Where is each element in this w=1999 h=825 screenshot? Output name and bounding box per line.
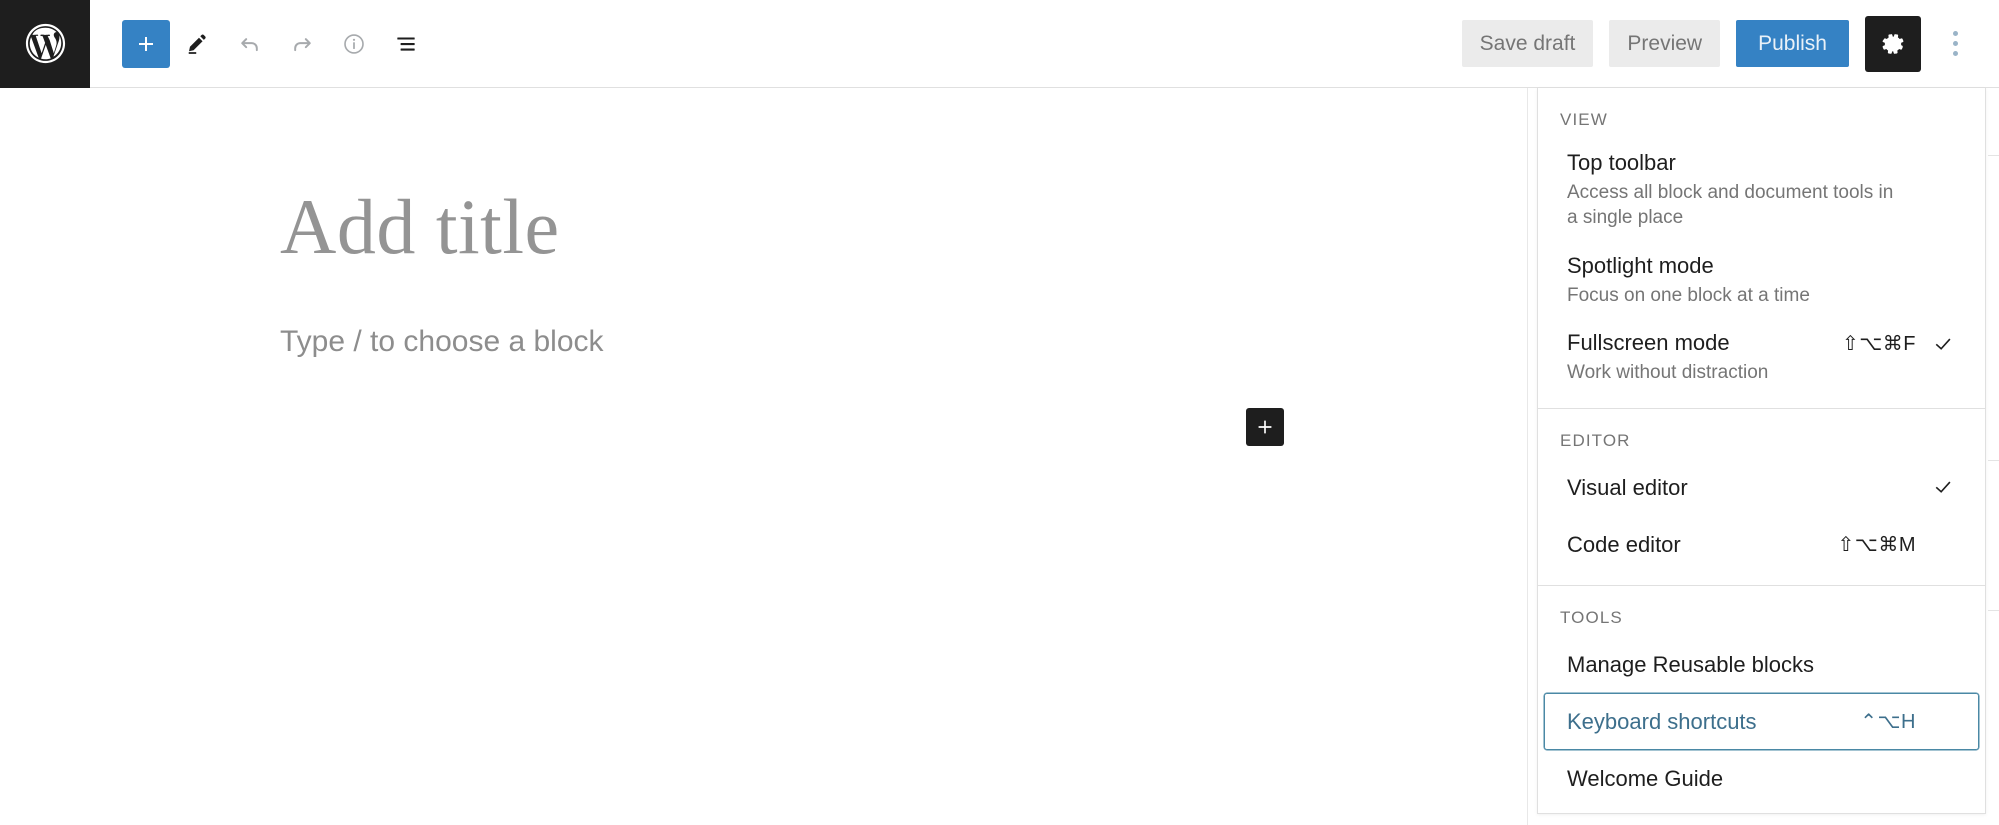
menu-item-shortcut: ⇧⌥⌘F [1841,333,1916,356]
more-options-button[interactable] [1935,16,1975,72]
menu-item-title: Visual editor [1567,474,1688,500]
menu-item-top-toolbar[interactable]: Top toolbar Access all block and document… [1544,138,1979,241]
menu-item-text: Welcome Guide [1567,764,1930,793]
menu-item-title: Top toolbar [1567,150,1676,175]
wordpress-logo-icon[interactable] [0,0,90,88]
menu-item-shortcut: ⌃⌥H [1860,711,1916,734]
menu-item-title: Fullscreen mode [1567,330,1730,356]
undo-arrow-icon [241,37,258,51]
info-circle-icon [344,33,364,54]
menu-item-description: Focus on one block at a time [1567,284,1810,306]
menu-item-meta [1930,652,1956,676]
menu-item-text: Fullscreen mode Work without distraction [1567,328,1842,385]
list-view-button[interactable] [382,20,430,68]
menu-item-title: Manage Reusable blocks [1567,651,1815,677]
menu-item-fullscreen-mode[interactable]: Fullscreen mode Work without distraction ⇧… [1544,318,1979,395]
menu-item-meta: ⇧⌥⌘F [1842,328,1956,356]
checkmark-icon [1935,338,1951,350]
menu-group-label: TOOLS [1560,607,1623,627]
default-block-input[interactable]: Type / to choose a block [280,325,604,359]
vertical-ellipsis-icon [1952,41,1958,46]
menu-group-tools: TOOLS Manage Reusable blocks Keyboard shor… [1538,586,1985,807]
menu-item-text: Spotlight mode Focus on one block at a ti… [1567,251,1930,308]
plus-icon [139,36,153,51]
menu-item-meta: ⌃⌥H [1860,709,1956,734]
menu-item-meta [1930,148,1956,175]
menu-item-visual-editor[interactable]: Visual editor [1544,459,1979,516]
tools-edit-button[interactable] [174,20,222,68]
menu-item-meta [1930,475,1956,499]
menu-item-description: Work without distraction [1567,362,1769,384]
background-rule [1988,155,1999,156]
toolbar-left-tools [90,19,430,68]
editor-toolbar: Save draft Preview Publish [0,0,1999,88]
menu-item-check [1930,332,1956,356]
menu-item-spotlight-mode[interactable]: Spotlight mode Focus on one block at a ti… [1544,241,1979,318]
redo-arrow-icon [294,37,311,51]
publish-button[interactable]: Publish [1736,20,1849,67]
menu-item-text: Top toolbar Access all block and document… [1567,148,1930,231]
list-view-icon [397,37,415,51]
menu-item-welcome-guide[interactable]: Welcome Guide [1544,750,1979,807]
menu-item-meta: ⇧⌥⌘M [1838,532,1956,557]
editor-window: Save draft Preview Publish Add title Typ… [0,0,1999,825]
inline-block-inserter-button[interactable] [1246,408,1284,446]
checkmark-icon [1935,481,1951,494]
sidebar-edge-divider [1527,88,1528,825]
background-rule [1988,460,1999,461]
preview-button[interactable]: Preview [1609,20,1721,67]
details-info-button[interactable] [330,20,378,68]
menu-group-label: EDITOR [1560,430,1631,450]
menu-group-view: VIEW Top toolbar Access all block and docu… [1538,88,1985,396]
menu-item-text: Keyboard shortcuts [1567,707,1860,736]
undo-button[interactable] [226,20,274,68]
menu-item-title: Welcome Guide [1567,766,1724,792]
menu-item-text: Visual editor [1567,473,1930,502]
redo-button[interactable] [278,20,326,68]
menu-item-title: Code editor [1567,531,1681,557]
toolbar-right-actions: Save draft Preview Publish [1461,15,1999,72]
more-options-dropdown: VIEW Top toolbar Access all block and docu… [1537,88,1986,815]
gear-icon [1882,33,1904,54]
menu-item-meta [1930,767,1956,791]
menu-item-meta [1930,251,1956,278]
menu-group-label: VIEW [1560,110,1608,129]
vertical-ellipsis-icon [1952,51,1958,56]
background-rule [1988,610,1999,611]
menu-item-text: Code editor [1567,530,1838,559]
vertical-ellipsis-icon [1952,31,1958,36]
menu-item-check [1930,475,1956,499]
menu-item-text: Manage Reusable blocks [1567,650,1930,679]
menu-group-editor: EDITOR Visual editor Code editor ⇧⌥⌘M [1538,409,1985,573]
menu-item-manage-reusable-blocks[interactable]: Manage Reusable blocks [1544,636,1979,693]
menu-item-title: Keyboard shortcuts [1567,709,1757,734]
menu-item-title: Spotlight mode [1567,252,1714,278]
menu-item-shortcut: ⇧⌥⌘M [1837,533,1916,556]
menu-item-keyboard-shortcuts[interactable]: Keyboard shortcuts ⌃⌥H [1544,693,1979,751]
block-inserter-toggle-button[interactable] [122,19,170,68]
menu-item-code-editor[interactable]: Code editor ⇧⌥⌘M [1544,516,1979,573]
save-draft-button[interactable]: Save draft [1461,20,1594,67]
pencil-icon [188,33,206,54]
menu-item-description: Access all block and document tools in a… [1567,182,1894,229]
plus-icon [1258,420,1272,434]
post-title-input[interactable]: Add title [280,188,560,266]
settings-button[interactable] [1865,15,1921,72]
